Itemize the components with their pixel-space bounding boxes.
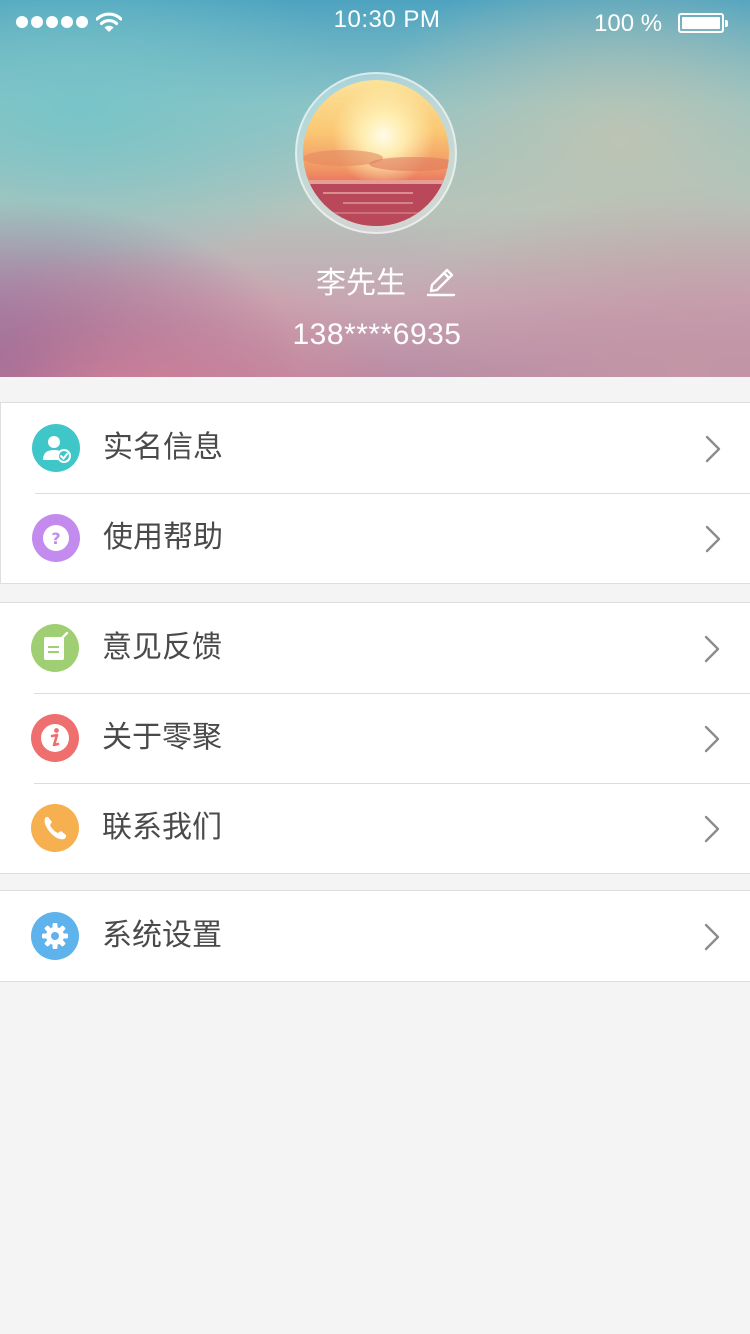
phone-number: 138****6935: [292, 318, 462, 351]
username: 李先生: [316, 266, 406, 301]
feedback-note-icon: [31, 624, 79, 672]
username-row: 李先生: [0, 258, 750, 302]
battery-icon: [678, 13, 728, 33]
chevron-right-icon: [705, 525, 721, 553]
verified-user-icon: [32, 424, 80, 472]
svg-text:?: ?: [51, 529, 60, 548]
phone-icon: [31, 804, 79, 852]
menu-label: 实名信息: [103, 430, 223, 465]
menu-group-about: 意见反馈 关于零聚 联系我们: [0, 602, 750, 874]
menu-group-settings: 系统设置: [0, 890, 750, 982]
chevron-right-icon: [704, 923, 720, 951]
menu-item-system-settings[interactable]: 系统设置: [0, 891, 750, 981]
menu-item-about[interactable]: 关于零聚: [0, 693, 750, 783]
avatar-image: [303, 80, 449, 226]
menu-item-real-name-info[interactable]: 实名信息: [1, 403, 750, 493]
edit-pencil-icon[interactable]: [426, 263, 456, 297]
settings-gear-icon: [31, 912, 79, 960]
menu-item-contact-us[interactable]: 联系我们: [0, 783, 750, 873]
avatar[interactable]: [295, 72, 457, 234]
menu-item-feedback[interactable]: 意见反馈: [0, 603, 750, 693]
menu-item-help[interactable]: ? 使用帮助: [1, 493, 750, 583]
menu-label: 联系我们: [102, 810, 222, 845]
status-bar: 10:30 PM 100 %: [0, 0, 750, 46]
info-icon: [31, 714, 79, 762]
menu-label: 关于零聚: [102, 720, 222, 755]
profile-header: 10:30 PM 100 % 李先生 138****6935: [0, 0, 750, 377]
chevron-right-icon: [704, 815, 720, 843]
menu-label: 使用帮助: [103, 520, 223, 555]
chevron-right-icon: [704, 635, 720, 663]
chevron-right-icon: [705, 435, 721, 463]
menu-group-account: 实名信息 ? 使用帮助: [0, 402, 750, 584]
menu-label: 系统设置: [102, 918, 222, 953]
chevron-right-icon: [704, 725, 720, 753]
help-question-icon: ?: [32, 514, 80, 562]
battery-percentage: 100 %: [594, 10, 663, 37]
menu-label: 意见反馈: [102, 630, 222, 665]
